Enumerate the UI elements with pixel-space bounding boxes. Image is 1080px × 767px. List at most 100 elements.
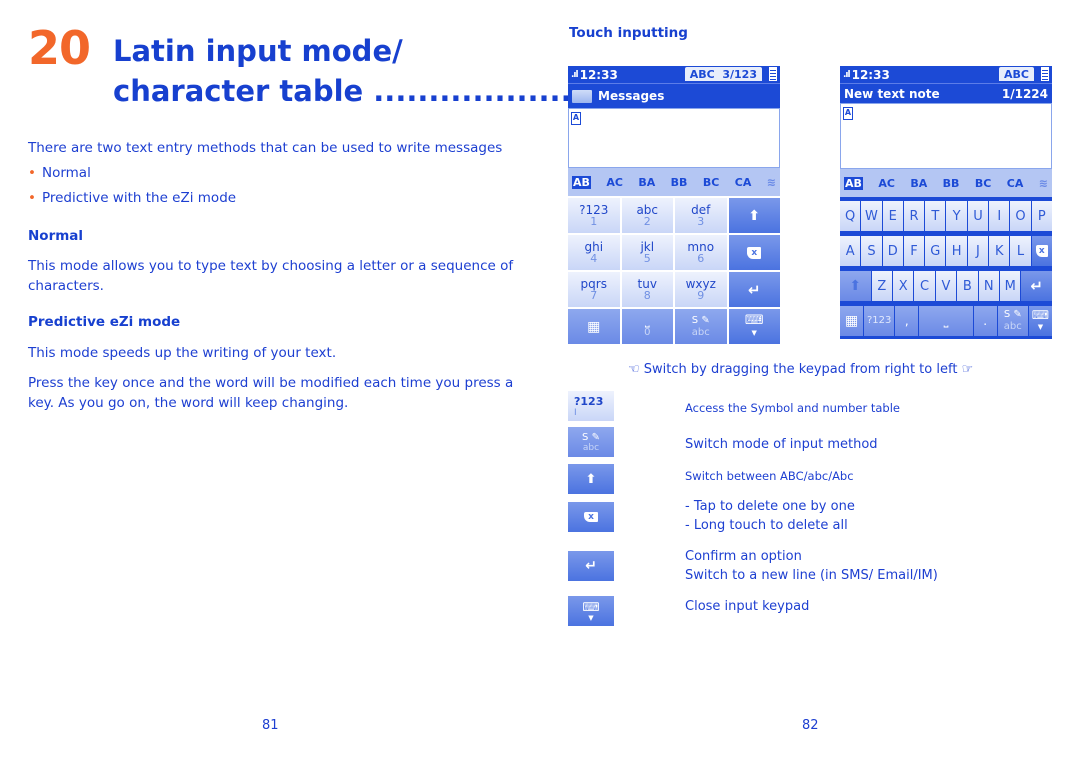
key-s[interactable]: S [861, 236, 882, 266]
symbol-key[interactable]: ?123 [864, 306, 895, 336]
key-c[interactable]: C [914, 271, 935, 301]
dot-key[interactable]: . [973, 306, 997, 336]
key-f[interactable]: F [903, 236, 925, 266]
key-v[interactable]: V [935, 271, 957, 301]
signal-icon: .ıl [571, 69, 579, 80]
key-9[interactable]: wxyz 9 [675, 272, 727, 307]
page-number-right: 82 [802, 718, 819, 733]
key-k[interactable]: K [989, 236, 1010, 266]
close-keypad-key[interactable]: ⌨ ▼ [728, 309, 780, 344]
key-j[interactable]: J [967, 236, 989, 266]
candidate-item[interactable]: BA [910, 177, 927, 190]
close-keypad-key[interactable]: ⌨ ▼ [1028, 306, 1052, 336]
key-t[interactable]: T [925, 201, 946, 231]
candidate-item[interactable]: AB [844, 176, 863, 190]
expand-candidates-icon[interactable]: ≋ [1039, 177, 1048, 190]
grid-icon: ▦ [844, 313, 859, 329]
enter-key[interactable]: ↵ [728, 272, 780, 307]
menu-key[interactable]: ▦ [840, 306, 864, 336]
menu-key[interactable]: ▦ [568, 309, 620, 344]
key-h[interactable]: H [946, 236, 967, 266]
candidate-item[interactable]: BC [975, 177, 991, 190]
expand-candidates-icon[interactable]: ≋ [767, 176, 776, 189]
key-3[interactable]: def 3 [675, 198, 727, 233]
key-p[interactable]: P [1031, 201, 1052, 231]
key-b[interactable]: B [957, 271, 978, 301]
enter-icon: ↵ [747, 280, 761, 299]
key-z[interactable]: Z [871, 271, 892, 301]
key-5[interactable]: jkl 5 [621, 235, 673, 270]
candidate-item[interactable]: BC [703, 176, 719, 189]
key-7[interactable]: pqrs 7 [568, 272, 620, 307]
key-0[interactable]: ⎵ 0 [621, 309, 673, 344]
key-number: 9 [697, 288, 705, 302]
key-i[interactable]: I [989, 201, 1010, 231]
key-label: abc [636, 202, 659, 217]
key-u[interactable]: U [967, 201, 989, 231]
key-q[interactable]: Q [840, 201, 861, 231]
key-x[interactable]: X [892, 271, 914, 301]
candidate-item[interactable]: CA [1007, 177, 1024, 190]
candidate-item[interactable]: CA [735, 176, 752, 189]
bullet-normal: • Normal [28, 164, 91, 184]
input-mode-key[interactable]: S ✎ abc [997, 306, 1028, 336]
key-w[interactable]: W [861, 201, 882, 231]
key-o[interactable]: O [1010, 201, 1031, 231]
key-label: pqrs [580, 276, 607, 291]
key-1[interactable]: ?123 1 [568, 198, 620, 233]
normal-heading: Normal [28, 228, 84, 244]
normal-text: This mode allows you to type text by cho… [28, 257, 513, 296]
candidate-item[interactable]: AC [606, 176, 623, 189]
space-key[interactable]: ⎵ [919, 306, 973, 336]
down-arrow-icon: ▼ [588, 614, 594, 622]
candidate-item[interactable]: BB [671, 176, 688, 189]
key-label: ?123 [579, 202, 609, 217]
shift-key[interactable]: ⬆ [728, 198, 780, 233]
input-mode-icon: S ✎ [1003, 309, 1022, 320]
key-4[interactable]: ghi 4 [568, 235, 620, 270]
message-text-area[interactable]: A [568, 108, 780, 168]
title-bar: New text note 1/1224 [840, 83, 1052, 103]
candidate-item[interactable]: BA [638, 176, 655, 189]
input-mode-icon: S ✎ [582, 431, 600, 443]
key-label: tuv [637, 276, 657, 291]
shift-key[interactable]: ⬆ [840, 271, 871, 301]
key-d[interactable]: D [882, 236, 903, 266]
candidate-item[interactable]: AC [878, 177, 895, 190]
note-text-area[interactable]: A [840, 103, 1052, 169]
key-g[interactable]: G [925, 236, 946, 266]
key-e[interactable]: E [882, 201, 903, 231]
key-2[interactable]: abc 2 [621, 198, 673, 233]
key-label: , [904, 314, 909, 328]
backspace-key[interactable]: x [1031, 236, 1052, 266]
comma-key[interactable]: , [895, 306, 919, 336]
key-r[interactable]: R [903, 201, 925, 231]
switch-hint: ☜ Switch by dragging the keypad from rig… [628, 362, 973, 377]
key-8[interactable]: tuv 8 [621, 272, 673, 307]
qwerty-keyboard: QWERTYUIOP ASDFGHJKLx ⬆ Z X C V B N M ↵ ▦ ?123 ,… [840, 197, 1052, 339]
backspace-key[interactable]: x [728, 235, 780, 270]
legend-input-mode-key: S ✎ abc [568, 427, 614, 457]
key-number: 2 [643, 214, 651, 228]
candidate-item[interactable]: BB [943, 177, 960, 190]
mode-label: ABC [689, 67, 715, 81]
input-mode-key[interactable]: S ✎ abc [675, 309, 727, 344]
grid-icon: ▦ [587, 318, 601, 335]
key-number: 1 [590, 214, 598, 228]
key-m[interactable]: M [999, 271, 1021, 301]
key-label: jkl [640, 239, 655, 254]
backspace-icon: x [747, 246, 762, 259]
status-bar: .ıl 12:33 ABC [840, 66, 1052, 83]
candidate-item[interactable]: AB [572, 175, 591, 189]
shift-arrow-icon: ⬆ [849, 278, 862, 294]
key-number: 3 [697, 214, 705, 228]
key-6[interactable]: mno 6 [675, 235, 727, 270]
chapter-title-line1: Latin input mode/ [113, 34, 403, 68]
enter-key[interactable]: ↵ [1021, 271, 1052, 301]
key-number: 5 [643, 251, 651, 265]
key-y[interactable]: Y [946, 201, 967, 231]
key-number: I [574, 407, 577, 418]
key-l[interactable]: L [1010, 236, 1031, 266]
key-a[interactable]: A [840, 236, 861, 266]
key-n[interactable]: N [978, 271, 999, 301]
